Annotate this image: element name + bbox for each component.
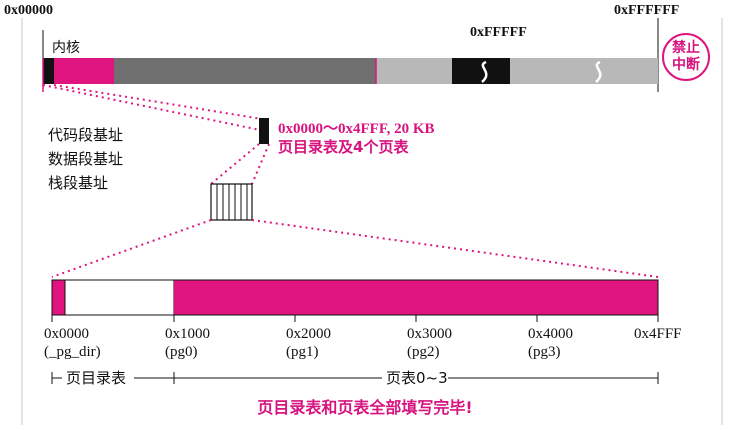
zoom-line-2b bbox=[251, 143, 270, 185]
zoom-line-1a bbox=[42, 84, 261, 131]
pg-tables-filled bbox=[174, 280, 658, 315]
tick-name-1: (pg0) bbox=[165, 344, 198, 360]
zoom-line-1b bbox=[53, 84, 269, 121]
zoom-line-3a bbox=[51, 219, 212, 278]
tick-addr-4: 0x4000 bbox=[528, 326, 573, 342]
addr-end-label: 0xFFFFFF bbox=[614, 3, 679, 18]
segment-light-gray-1 bbox=[376, 58, 452, 84]
span-brackets: 页目录表 页表0~3 bbox=[51, 369, 659, 387]
tick-addr-2: 0x2000 bbox=[286, 326, 331, 342]
striped-block bbox=[210, 183, 253, 221]
addr-start-label: 0x00000 bbox=[4, 3, 53, 18]
diagram-canvas: 0x00000 0xFFFFF 0xFFFFFF 内核 禁止 中断 代码段基址 … bbox=[4, 3, 723, 425]
segment-label-stack: 栈段基址 bbox=[48, 174, 108, 192]
tick-addr-3: 0x3000 bbox=[407, 326, 452, 342]
segment-black-start bbox=[43, 58, 54, 84]
callout-range-label: 0x0000～0x4FFF, 20 KB bbox=[278, 121, 435, 137]
tick-name-4: (pg3) bbox=[528, 344, 561, 360]
segment-kernel bbox=[54, 58, 114, 84]
pg-dir-empty bbox=[64, 279, 175, 316]
zoom-line-2a bbox=[210, 143, 260, 185]
tick-name-3: (pg2) bbox=[407, 344, 440, 360]
tick-addr-5: 0x4FFF bbox=[634, 326, 682, 342]
segment-label-code: 代码段基址 bbox=[48, 126, 123, 144]
segment-dark-gray bbox=[114, 58, 376, 84]
tick-name-0: (_pg_dir) bbox=[44, 344, 101, 360]
addr-fffff-label: 0xFFFFF bbox=[470, 25, 527, 40]
tick-addr-0: 0x0000 bbox=[44, 326, 89, 342]
segment-light-gray-2 bbox=[510, 58, 658, 84]
zoom-line-3b bbox=[251, 219, 659, 278]
pg-dir-used bbox=[52, 280, 65, 315]
segment-black-mid bbox=[452, 58, 510, 84]
span-pg-tables-label: 页表0~3 bbox=[386, 369, 448, 387]
callout-desc-label: 页目录表及4个页表 bbox=[278, 138, 409, 156]
segment-label-data: 数据段基址 bbox=[48, 150, 123, 168]
tick-name-2: (pg1) bbox=[286, 344, 319, 360]
bottom-memory-bar: 0x0000 (_pg_dir) 0x1000 (pg0) 0x2000 (pg… bbox=[44, 279, 682, 360]
top-memory-bar: 0x00000 0xFFFFF 0xFFFFFF 内核 禁止 中断 bbox=[4, 3, 710, 92]
tick-addr-1: 0x1000 bbox=[165, 326, 210, 342]
span-pg-dir-label: 页目录表 bbox=[66, 369, 126, 387]
forbid-label-line1: 禁止 bbox=[672, 39, 700, 56]
page-tables-block bbox=[259, 118, 269, 144]
footer-text: 页目录表和页表全部填写完毕! bbox=[257, 398, 472, 417]
forbid-label-line2: 中断 bbox=[672, 56, 700, 73]
memory-layout-diagram: 0x00000 0xFFFFF 0xFFFFFF 内核 禁止 中断 代码段基址 … bbox=[0, 0, 731, 425]
kernel-label: 内核 bbox=[52, 40, 80, 56]
